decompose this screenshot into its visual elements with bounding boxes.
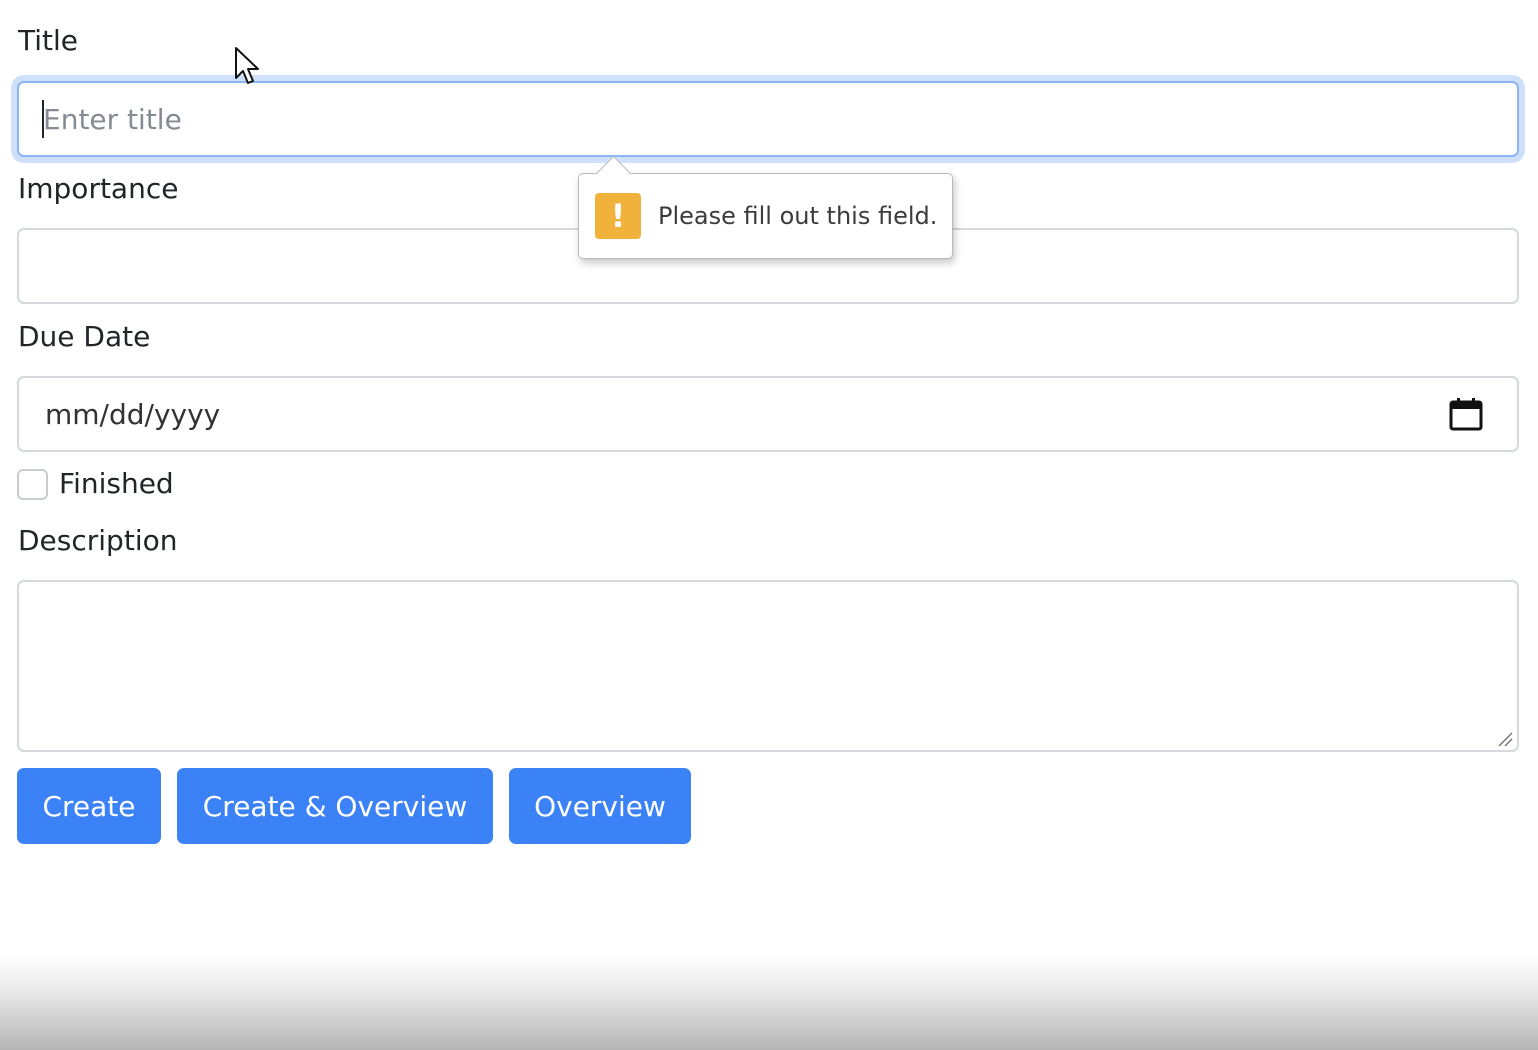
text-caret bbox=[42, 100, 44, 138]
validation-tooltip: ! Please fill out this field. bbox=[578, 155, 953, 259]
validation-message: Please fill out this field. bbox=[658, 202, 938, 230]
create-and-overview-button[interactable]: Create & Overview bbox=[177, 768, 493, 844]
due-date-input[interactable]: mm/dd/yyyy bbox=[17, 376, 1519, 452]
mouse-pointer-icon bbox=[235, 47, 259, 84]
due-date-label: Due Date bbox=[18, 320, 151, 353]
finished-label[interactable]: Finished bbox=[59, 467, 174, 501]
description-label: Description bbox=[18, 524, 178, 557]
warning-exclamation-icon: ! bbox=[595, 193, 641, 239]
due-date-placeholder: mm/dd/yyyy bbox=[45, 397, 221, 431]
description-textarea[interactable] bbox=[17, 580, 1519, 752]
title-label: Title bbox=[18, 24, 79, 57]
bottom-shadow bbox=[0, 955, 1538, 1050]
title-input[interactable] bbox=[17, 81, 1519, 157]
create-button[interactable]: Create bbox=[17, 768, 161, 844]
importance-label: Importance bbox=[18, 172, 179, 205]
tooltip-arrow bbox=[595, 155, 632, 192]
overview-button[interactable]: Overview bbox=[509, 768, 691, 844]
calendar-icon[interactable] bbox=[1449, 397, 1483, 431]
resize-handle-icon[interactable] bbox=[1497, 731, 1513, 747]
finished-checkbox[interactable] bbox=[17, 469, 48, 500]
